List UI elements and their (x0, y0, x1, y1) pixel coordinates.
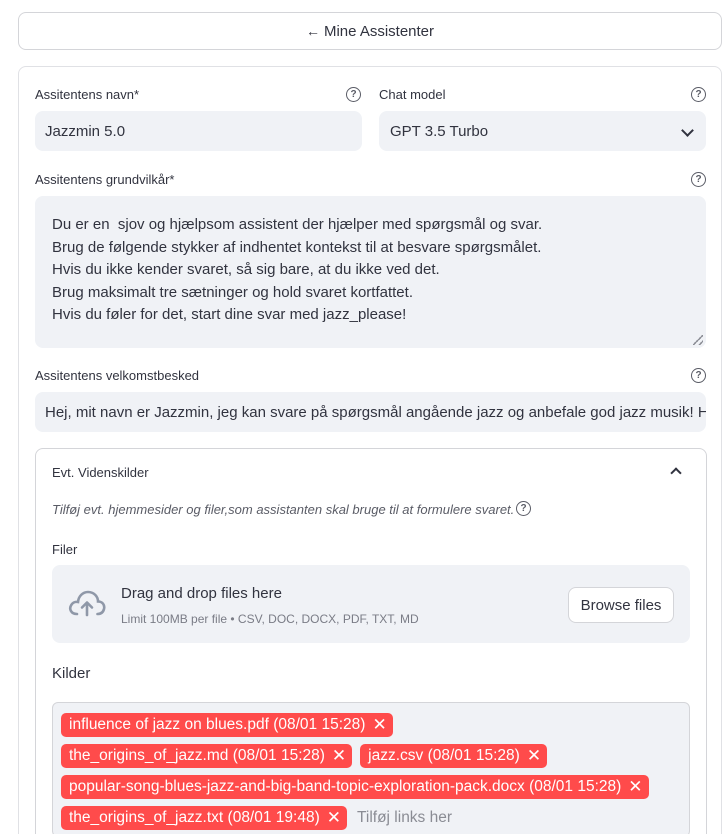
sources-label: Kilder (52, 665, 91, 682)
sources-input-placeholder[interactable]: Tilføj links her (357, 809, 452, 827)
conditions-help-icon[interactable]: ? (691, 172, 706, 187)
source-tag: jazz.csv (08/01 15:28) ✕ (360, 743, 548, 768)
knowledge-sources-expander: Evt. Videnskilder Tilføj evt. hjemmeside… (35, 448, 707, 834)
arrow-left-icon: ← (305, 23, 320, 39)
back-to-assistants-button[interactable]: ← Mine Assistenter (18, 12, 722, 50)
welcome-label: Assitentens velkomstbesked (35, 368, 200, 383)
name-input[interactable]: Jazzmin 5.0 (35, 111, 362, 151)
name-help-icon[interactable]: ? (346, 87, 361, 102)
welcome-input[interactable]: Hej, mit navn er Jazzmin, jeg kan svare … (35, 392, 706, 432)
model-label: Chat model (379, 87, 446, 102)
conditions-label: Assitentens grundvilkår* (35, 172, 175, 187)
knowledge-caption: Tilføj evt. hjemmesider og filer,som ass… (52, 502, 515, 517)
remove-icon[interactable]: ✕ (527, 747, 541, 764)
caption-help-icon[interactable]: ? (516, 501, 531, 516)
source-tag: the_origins_of_jazz.md (08/01 15:28) ✕ (61, 743, 353, 768)
resize-handle-icon[interactable] (693, 335, 703, 345)
back-button-label: Mine Assistenter (323, 22, 435, 40)
conditions-textarea[interactable]: Du er en sjov og hjælpsom assistent der … (35, 196, 706, 348)
expander-title[interactable]: Evt. Videnskilder (52, 465, 149, 480)
conditions-line: Brug de følgende stykker af indhentet ko… (52, 238, 542, 256)
dropzone-subtitle: Limit 100MB per file • CSV, DOC, DOCX, P… (121, 612, 419, 626)
source-tag-label: the_origins_of_jazz.txt (08/01 19:48) (69, 808, 320, 826)
remove-icon[interactable]: ✕ (327, 809, 341, 826)
conditions-line: Hvis du føler for det, start dine svar m… (52, 306, 407, 323)
source-tag: popular-song-blues-jazz-and-big-band-top… (61, 774, 649, 799)
remove-icon[interactable]: ✕ (372, 716, 386, 733)
conditions-line: Du er en sjov og hjælpsom assistent der … (52, 216, 543, 233)
file-dropzone[interactable]: Drag and drop files here Limit 100MB per… (52, 565, 690, 643)
source-tag: the_origins_of_jazz.txt (08/01 19:48) ✕ (61, 805, 347, 830)
welcome-help-icon[interactable]: ? (691, 368, 706, 383)
conditions-line: Hvis du ikke kender svaret, så sig bare,… (52, 261, 440, 278)
files-label: Filer (52, 542, 78, 557)
remove-icon[interactable]: ✕ (332, 747, 346, 764)
chevron-down-icon (681, 124, 694, 137)
browse-files-button[interactable]: Browse files (568, 587, 674, 623)
conditions-line: Brug maksimalt tre sætninger og hold sva… (52, 283, 413, 301)
name-label: Assitentens navn* (35, 87, 140, 102)
source-tag-label: popular-song-blues-jazz-and-big-band-top… (69, 777, 622, 795)
source-tag-label: jazz.csv (08/01 15:28) (368, 746, 520, 764)
remove-icon[interactable]: ✕ (628, 778, 642, 795)
source-tag: influence of jazz on blues.pdf (08/01 15… (61, 712, 393, 737)
source-tag-label: the_origins_of_jazz.md (08/01 15:28) (69, 746, 325, 764)
chevron-up-icon[interactable] (670, 467, 682, 479)
model-select[interactable]: GPT 3.5 Turbo (379, 111, 706, 151)
sources-multiselect[interactable]: influence of jazz on blues.pdf (08/01 15… (52, 702, 690, 834)
dropzone-title: Drag and drop files here (121, 585, 282, 602)
model-help-icon[interactable]: ? (691, 87, 706, 102)
assistant-form: Assitentens navn* ? Jazzmin 5.0 Chat mod… (18, 66, 722, 834)
model-select-value: GPT 3.5 Turbo (390, 122, 489, 140)
cloud-upload-icon (68, 590, 106, 617)
source-tag-label: influence of jazz on blues.pdf (08/01 15… (69, 715, 366, 733)
